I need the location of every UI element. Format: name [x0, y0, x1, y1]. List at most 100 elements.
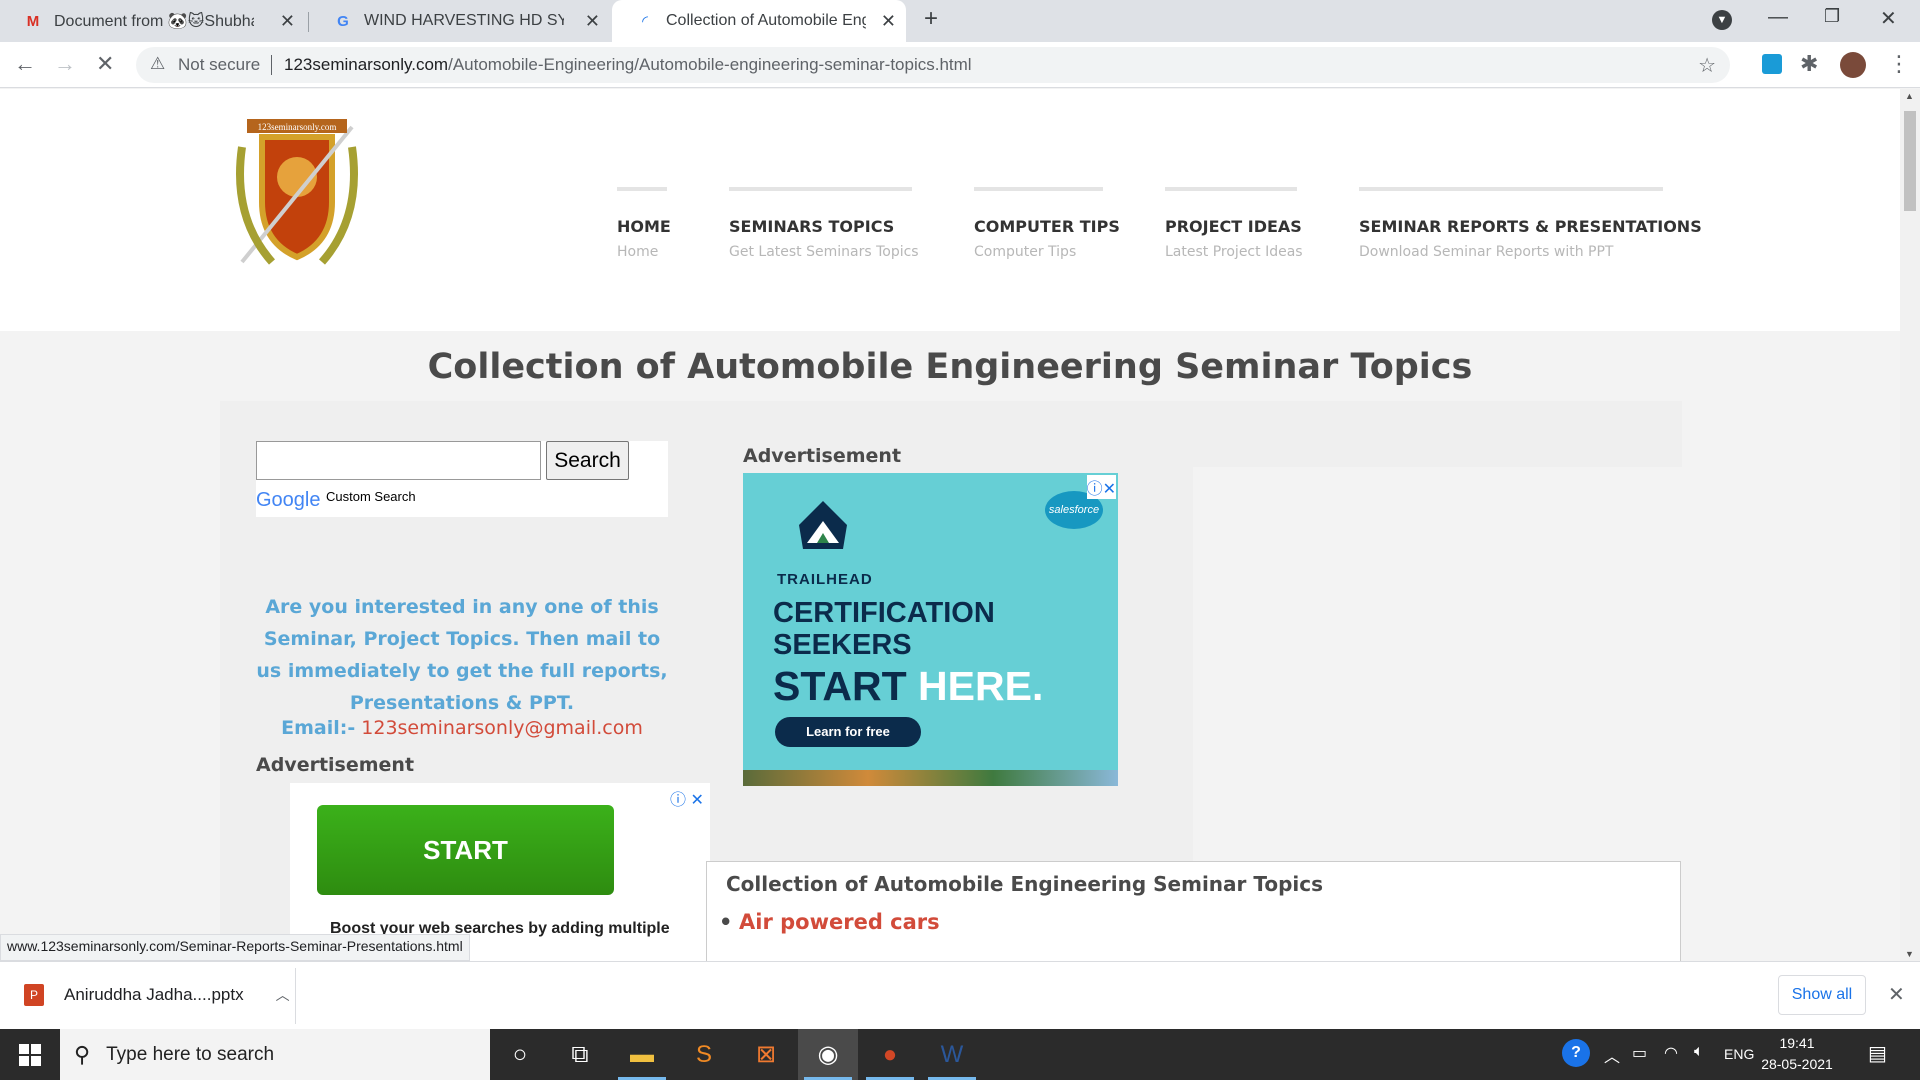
notifications-icon[interactable]: ▤: [1868, 1041, 1887, 1066]
url-text[interactable]: 123seminarsonly.com/Automobile-Engineeri…: [284, 55, 972, 75]
nav-bar: [617, 187, 667, 191]
windows-start-icon[interactable]: [0, 1029, 60, 1080]
nav-seminars-topics[interactable]: SEMINARS TOPICS Get Latest Seminars Topi…: [729, 187, 919, 260]
email-line: Email:- 123seminarsonly@gmail.com: [256, 717, 668, 739]
nav-home[interactable]: HOME Home: [617, 187, 671, 260]
nav-subtitle: Latest Project Ideas: [1165, 244, 1303, 260]
show-all-button[interactable]: Show all: [1778, 975, 1866, 1015]
ad-start-here: START HERE.: [773, 663, 1043, 710]
tab-search-icon[interactable]: ▼: [1712, 10, 1732, 30]
chrome-icon[interactable]: ◉: [798, 1029, 858, 1080]
battery-icon[interactable]: ▭: [1632, 1043, 1647, 1063]
help-icon[interactable]: ?: [1562, 1039, 1590, 1067]
custom-search-label: Custom Search: [326, 489, 416, 504]
tab-gmail[interactable]: M Document from 🐼🐱Shubham🌘 ✕: [0, 0, 305, 42]
back-arrow-icon[interactable]: ←: [14, 52, 36, 76]
nav-bar: [974, 187, 1103, 191]
ad-here: HERE.: [918, 663, 1044, 709]
close-tab-icon[interactable]: ✕: [280, 11, 295, 32]
ad-start: START: [773, 663, 907, 709]
ad-landscape: [743, 770, 1118, 786]
search-input[interactable]: [256, 441, 541, 480]
stop-loading-icon[interactable]: ✕: [96, 52, 114, 76]
chevron-up-icon[interactable]: ︿: [276, 985, 290, 1005]
xampp-icon[interactable]: ⊠: [736, 1029, 796, 1080]
nav-title: HOME: [617, 217, 671, 236]
restore-icon[interactable]: ❐: [1824, 6, 1840, 27]
download-item[interactable]: P Aniruddha Jadha....pptx ︿: [24, 984, 290, 1006]
vertical-scrollbar[interactable]: ▲ ▼: [1900, 89, 1920, 961]
status-bubble-url: www.123seminarsonly.com/Seminar-Reports-…: [0, 934, 470, 961]
word-icon[interactable]: W: [922, 1029, 982, 1080]
nav-title: SEMINAR REPORTS & PRESENTATIONS: [1359, 217, 1702, 236]
tab-title: Collection of Automobile Engineer: [666, 12, 866, 29]
google-logo-text: Google: [256, 489, 321, 511]
bookmark-star-icon[interactable]: ☆: [1698, 53, 1716, 78]
topics-heading: Collection of Automobile Engineering Sem…: [726, 872, 1324, 896]
security-label[interactable]: Not secure: [178, 55, 260, 75]
ad-choices-close-icon[interactable]: ⓘ✕: [1086, 475, 1116, 499]
advertisement-label-left: Advertisement: [256, 754, 415, 776]
email-link[interactable]: 123seminarsonly@gmail.com: [361, 717, 643, 739]
sublime-text-icon[interactable]: S: [674, 1029, 734, 1080]
ad-line2: SEEKERS: [773, 629, 912, 661]
gmail-icon: M: [26, 12, 40, 30]
extensions-puzzle-icon[interactable]: ✱: [1800, 52, 1818, 76]
nav-project-ideas[interactable]: PROJECT IDEAS Latest Project Ideas: [1165, 187, 1303, 260]
task-view-icon[interactable]: ⧉: [550, 1029, 610, 1080]
powerpoint-icon[interactable]: ●: [860, 1029, 920, 1080]
cortana-icon[interactable]: ○: [490, 1029, 550, 1080]
nav-title: SEMINARS TOPICS: [729, 217, 895, 236]
tab-google[interactable]: G WIND HARVESTING HD SYMBOL ✕: [310, 0, 610, 42]
trailhead-mountain-icon: [799, 501, 847, 549]
tray-chevron-up-icon[interactable]: ︿: [1604, 1043, 1620, 1067]
tab-title: WIND HARVESTING HD SYMBOL: [364, 12, 564, 29]
wifi-icon[interactable]: ◠: [1664, 1043, 1678, 1063]
ad-start-button[interactable]: START: [317, 805, 614, 895]
close-tab-icon[interactable]: ✕: [585, 11, 600, 32]
address-bar[interactable]: ⚠ Not secure 123seminarsonly.com/Automob…: [136, 47, 1730, 83]
nav-title: PROJECT IDEAS: [1165, 217, 1302, 236]
tab-divider: [308, 12, 309, 32]
scroll-up-arrow-icon[interactable]: ▲: [1905, 91, 1914, 101]
new-tab-icon[interactable]: +: [924, 5, 938, 33]
ad-choices-close-icon[interactable]: ⓘ ✕: [670, 786, 704, 810]
loading-spinner-icon: ◜: [642, 13, 648, 30]
google-custom-search: Search Google Custom Search: [256, 441, 668, 517]
clock-time: 19:41: [1779, 1035, 1815, 1051]
profile-avatar[interactable]: [1840, 52, 1866, 78]
menu-kebab-icon[interactable]: ⋮: [1888, 52, 1910, 76]
taskbar-search-box[interactable]: ⚲ Type here to search: [60, 1029, 490, 1080]
site-logo-crest[interactable]: 123seminarsonly.com: [232, 117, 362, 269]
scrollbar-thumb[interactable]: [1904, 111, 1916, 211]
volume-icon[interactable]: 🔈︎: [1694, 1043, 1704, 1061]
windows-taskbar: ⚲ Type here to search ○ ⧉ ▬ S ⊠ ◉ ● W ? …: [0, 1029, 1920, 1080]
tab-strip: M Document from 🐼🐱Shubham🌘 ✕ G WIND HARV…: [0, 0, 1920, 42]
nav-computer-tips[interactable]: COMPUTER TIPS Computer Tips: [974, 187, 1120, 260]
extension-app-icon[interactable]: [1762, 54, 1782, 74]
close-download-bar-icon[interactable]: ✕: [1888, 982, 1905, 1007]
google-icon: G: [337, 12, 349, 30]
trailhead-ad[interactable]: TRAILHEAD CERTIFICATION SEEKERS START HE…: [743, 473, 1118, 786]
forward-arrow-icon[interactable]: →: [54, 52, 76, 76]
language-indicator[interactable]: ENG: [1724, 1046, 1754, 1062]
logo-text: 123seminarsonly.com: [258, 122, 337, 132]
warning-icon[interactable]: ⚠: [150, 54, 165, 74]
download-divider: [295, 968, 296, 1024]
topic-link[interactable]: Air powered cars: [719, 910, 940, 934]
scroll-down-arrow-icon[interactable]: ▼: [1905, 949, 1914, 959]
search-button[interactable]: Search: [546, 441, 629, 480]
close-window-icon[interactable]: ✕: [1880, 6, 1897, 31]
system-clock[interactable]: 19:41 28-05-2021: [1752, 1033, 1842, 1075]
learn-for-free-button[interactable]: Learn for free: [775, 717, 921, 747]
topics-list-box: Collection of Automobile Engineering Sem…: [706, 861, 1681, 961]
promo-text: Are you interested in any one of this Se…: [256, 596, 668, 714]
ad-line1: CERTIFICATION: [773, 597, 995, 629]
windows-logo-icon: [19, 1043, 41, 1066]
minimize-icon[interactable]: —: [1768, 6, 1788, 29]
file-explorer-icon[interactable]: ▬: [612, 1029, 672, 1080]
close-tab-icon[interactable]: ✕: [881, 11, 896, 32]
nav-seminar-reports[interactable]: SEMINAR REPORTS & PRESENTATIONS Download…: [1359, 187, 1702, 260]
tab-active[interactable]: ◜ Collection of Automobile Engineer ✕: [612, 0, 906, 42]
nav-title: COMPUTER TIPS: [974, 217, 1120, 236]
